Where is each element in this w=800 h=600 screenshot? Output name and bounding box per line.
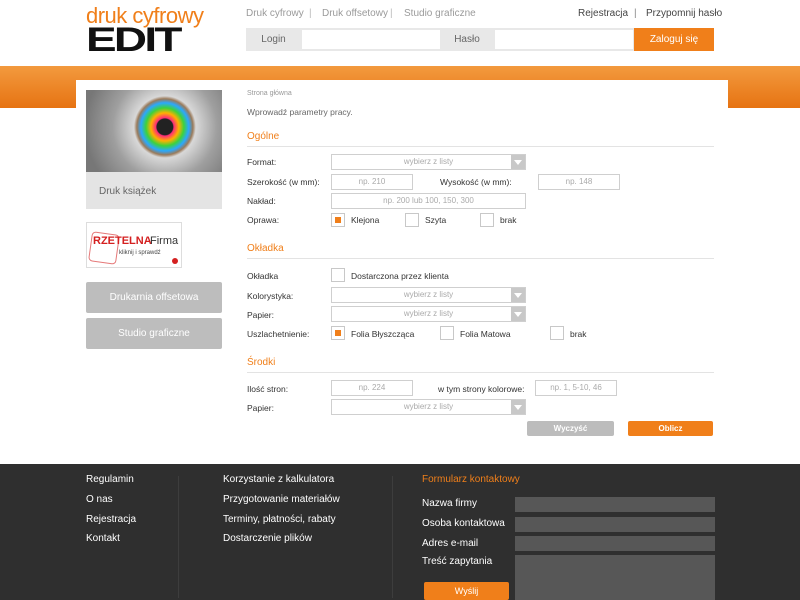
cover-supplied-label: Dostarczona przez klienta [351, 271, 449, 281]
binding-checkbox-brak[interactable] [480, 213, 494, 227]
cover-paper-select[interactable]: wybierz z listy [331, 306, 526, 322]
format-select[interactable]: wybierz z listy [331, 154, 526, 170]
reset-button[interactable]: Wyczyść [527, 421, 614, 436]
nav-druk-offsetowy[interactable]: Druk offsetowy [322, 8, 388, 19]
footer-link-files[interactable]: Dostarczenie plików [223, 533, 312, 544]
width-label: Szerokość (w mm): [247, 177, 320, 187]
footer-divider [392, 476, 393, 598]
cover-color-select[interactable]: wybierz z listy [331, 287, 526, 303]
logo[interactable]: EDIT [86, 23, 182, 57]
nav-separator: | [309, 8, 312, 19]
finish-option-label: brak [570, 329, 587, 339]
finish-checkbox-matte[interactable] [440, 326, 454, 340]
footer-link-payments[interactable]: Terminy, płatności, rabaty [223, 514, 336, 525]
nav-separator: | [390, 8, 393, 19]
cover-paper-select-value: wybierz z listy [403, 309, 454, 318]
binding-checkbox-szyta[interactable] [405, 213, 419, 227]
calculate-button[interactable]: Oblicz [628, 421, 713, 436]
finish-checkbox-gloss[interactable] [331, 326, 345, 340]
section-cover-title: Okładka [247, 243, 284, 254]
contact-form-title: Formularz kontaktowy [422, 474, 520, 485]
finish-option-label: Folia Matowa [460, 329, 511, 339]
cover-color-select-value: wybierz z listy [403, 290, 454, 299]
nav-druk-cyfrowy[interactable]: Druk cyfrowy [246, 8, 304, 19]
contact-email-label: Adres e-mail [422, 538, 479, 549]
cover-color-label: Kolorystyka: [247, 291, 294, 301]
eye-hero-image [86, 90, 222, 172]
password-input[interactable] [495, 30, 633, 49]
nav-studio-graficzne[interactable]: Studio graficzne [404, 8, 476, 19]
binding-option-label: brak [500, 215, 517, 225]
form-intro: Wprowadź parametry pracy. [247, 107, 353, 117]
format-select-value: wybierz z listy [403, 157, 454, 166]
contact-company-label: Nazwa firmy [422, 498, 478, 509]
footer-divider [178, 476, 179, 598]
offset-printing-button[interactable]: Drukarnia offsetowa [86, 282, 222, 313]
finish-checkbox-none[interactable] [550, 326, 564, 340]
contact-message-textarea[interactable] [515, 555, 715, 600]
divider [247, 372, 714, 373]
contact-person-label: Osoba kontaktowa [422, 518, 505, 529]
color-pages-input[interactable]: np. 1, 5-10, 46 [535, 380, 617, 396]
height-label: Wysokość (w mm): [440, 177, 512, 187]
width-input[interactable]: np. 210 [331, 174, 413, 190]
badge-title-red: RZETELNA [93, 235, 152, 247]
chevron-down-icon [511, 307, 525, 321]
finish-label: Uszlachetnienie: [247, 329, 310, 339]
pages-label: Ilość stron: [247, 384, 289, 394]
run-label: Nakład: [247, 196, 276, 206]
divider [247, 146, 714, 147]
footer-link-calculator[interactable]: Korzystanie z kalkulatora [223, 474, 334, 485]
binding-checkbox-klejona[interactable] [331, 213, 345, 227]
login-label: Login [261, 34, 286, 45]
chevron-down-icon [511, 400, 525, 414]
book-printing-label: Druk książek [99, 186, 157, 197]
login-input[interactable] [302, 30, 440, 49]
footer-link-o-nas[interactable]: O nas [86, 494, 113, 505]
inside-paper-label: Papier: [247, 403, 274, 413]
login-button[interactable]: Zaloguj się [634, 28, 714, 51]
contact-email-input[interactable] [515, 536, 715, 551]
chevron-down-icon [511, 155, 525, 169]
run-input[interactable]: np. 200 lub 100, 150, 300 [331, 193, 526, 209]
finish-option-label: Folia Błyszcząca [351, 329, 415, 339]
footer-link-regulamin[interactable]: Regulamin [86, 474, 134, 485]
breadcrumb[interactable]: Strona główna [247, 90, 292, 97]
contact-person-input[interactable] [515, 517, 715, 532]
binding-option-label: Szyta [425, 215, 447, 225]
graphic-studio-button[interactable]: Studio graficzne [86, 318, 222, 349]
register-link[interactable]: Rejestracja [578, 8, 628, 19]
divider [247, 258, 714, 259]
cover-paper-label: Papier: [247, 310, 274, 320]
binding-option-label: Klejona [351, 215, 380, 225]
badge-dot-icon [172, 258, 178, 264]
chevron-down-icon [511, 288, 525, 302]
account-separator: | [634, 8, 637, 19]
inside-paper-select-value: wybierz z listy [403, 402, 454, 411]
pages-input[interactable]: np. 224 [331, 380, 413, 396]
footer-link-materials[interactable]: Przygotowanie materiałów [223, 494, 340, 505]
color-pages-label: w tym strony kolorowe: [438, 384, 525, 394]
footer-link-rejestracja[interactable]: Rejestracja [86, 514, 136, 525]
section-inside-title: Środki [247, 357, 276, 368]
height-input[interactable]: np. 148 [538, 174, 620, 190]
badge-subtitle: kliknij i sprawdź [119, 250, 161, 256]
contact-message-label: Treść zapytania [422, 556, 493, 567]
binding-label: Oprawa: [247, 215, 280, 225]
inside-paper-select[interactable]: wybierz z listy [331, 399, 526, 415]
cover-label: Okładka [247, 271, 279, 281]
footer-link-kontakt[interactable]: Kontakt [86, 533, 120, 544]
cover-supplied-checkbox[interactable] [331, 268, 345, 282]
section-general-title: Ogólne [247, 131, 280, 142]
remind-password-link[interactable]: Przypomnij hasło [646, 8, 722, 19]
send-button[interactable]: Wyślij [424, 582, 509, 600]
password-label: Hasło [454, 34, 480, 45]
format-label: Format: [247, 157, 277, 167]
badge-title-dark: Firma [150, 235, 179, 247]
contact-company-input[interactable] [515, 497, 715, 512]
